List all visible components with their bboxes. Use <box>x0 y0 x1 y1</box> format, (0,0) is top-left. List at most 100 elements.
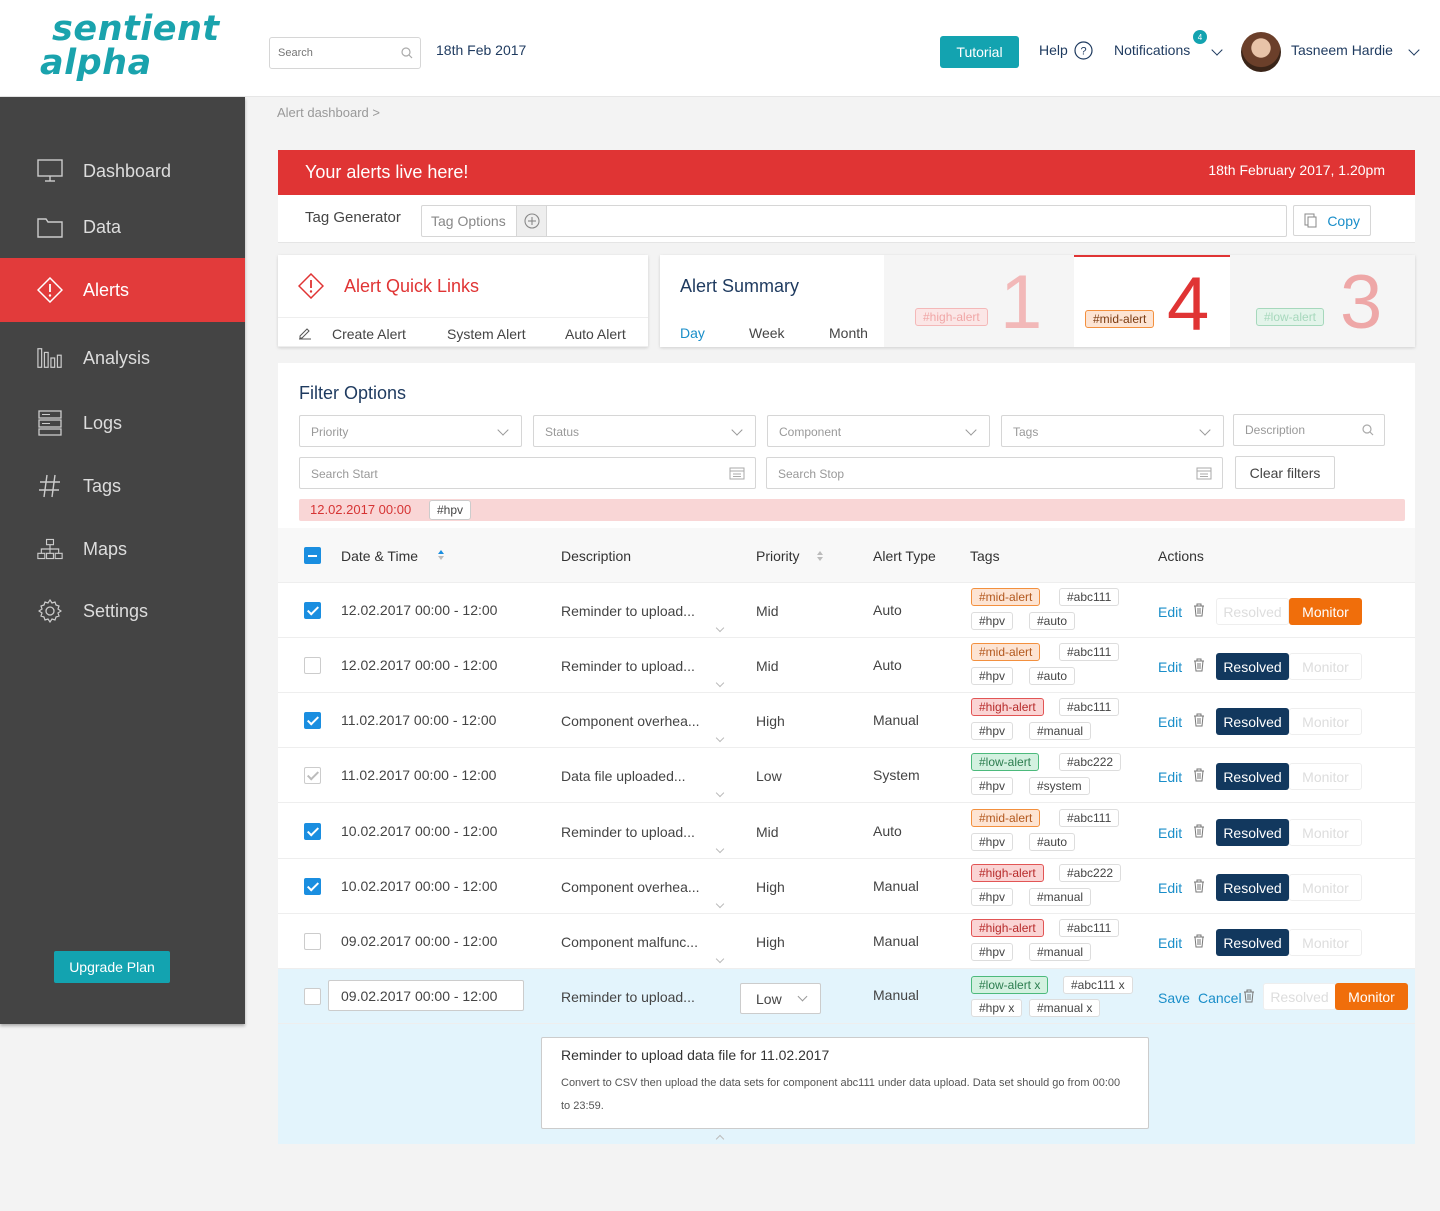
monitor-button[interactable]: Monitor <box>1289 929 1362 956</box>
priority-select[interactable]: Low <box>740 983 821 1014</box>
upgrade-plan-button[interactable]: Upgrade Plan <box>54 951 170 983</box>
notifications-chevron-down-icon[interactable] <box>1211 44 1223 56</box>
tag-chip[interactable]: #hpv x <box>971 999 1023 1017</box>
priority-select[interactable]: Priority <box>299 415 522 447</box>
resolved-button[interactable]: Resolved <box>1216 874 1289 901</box>
header-datetime[interactable]: Date & Time <box>341 548 418 564</box>
low-alert-count[interactable]: #low-alert 3 <box>1230 255 1415 347</box>
row-checkbox[interactable] <box>304 878 321 895</box>
monitor-button[interactable]: Monitor <box>1289 708 1362 735</box>
resolved-button[interactable]: Resolved <box>1263 983 1336 1010</box>
clear-filters-button[interactable]: Clear filters <box>1235 456 1335 489</box>
search-icon[interactable] <box>401 47 413 59</box>
sidebar-item-dashboard[interactable]: Dashboard <box>0 139 245 203</box>
active-filter-date[interactable]: 12.02.2017 00:00 <box>310 502 411 517</box>
sidebar-item-settings[interactable]: Settings <box>0 579 245 643</box>
component-select[interactable]: Component <box>767 415 990 447</box>
high-alert-count[interactable]: #high-alert 1 <box>884 255 1074 347</box>
table-row[interactable]: 11.02.2017 00:00 - 12:00 Data file uploa… <box>278 748 1415 803</box>
search-box[interactable] <box>269 37 421 69</box>
table-row[interactable]: 10.02.2017 00:00 - 12:00 Component overh… <box>278 859 1415 914</box>
edit-link[interactable]: Edit <box>1158 604 1182 620</box>
row-checkbox[interactable] <box>304 767 321 784</box>
tag-chip[interactable]: #abc111 <box>1059 919 1120 937</box>
monitor-button[interactable]: Monitor <box>1335 983 1408 1010</box>
monitor-button[interactable]: Monitor <box>1289 874 1362 901</box>
tag-chip[interactable]: #abc222 <box>1059 753 1122 771</box>
trash-icon[interactable] <box>1243 989 1255 1003</box>
tag-chip[interactable]: #system <box>1029 777 1090 795</box>
resolved-button[interactable]: Resolved <box>1216 929 1289 956</box>
row-checkbox[interactable] <box>304 823 321 840</box>
resolved-button[interactable]: Resolved <box>1216 598 1289 625</box>
row-checkbox[interactable] <box>304 988 321 1005</box>
sidebar-item-logs[interactable]: Logs <box>0 391 245 455</box>
active-filter-tag[interactable]: #hpv <box>429 500 472 520</box>
table-row[interactable]: 10.02.2017 00:00 - 12:00 Reminder to upl… <box>278 804 1415 859</box>
help-icon[interactable]: ? <box>1074 41 1093 60</box>
tag-chip[interactable]: #abc222 <box>1059 864 1122 882</box>
expand-chevron-down-icon[interactable] <box>715 788 725 798</box>
sidebar-item-data[interactable]: Data <box>0 195 245 259</box>
help-link[interactable]: Help <box>1039 42 1068 58</box>
edit-link[interactable]: Edit <box>1158 714 1182 730</box>
sidebar-item-tags[interactable]: Tags <box>0 454 245 518</box>
tag-chip[interactable]: #auto <box>1029 612 1076 630</box>
resolved-button[interactable]: Resolved <box>1216 763 1289 790</box>
breadcrumb[interactable]: Alert dashboard > <box>277 105 380 120</box>
table-row[interactable]: 12.02.2017 00:00 - 12:00 Reminder to upl… <box>278 583 1415 638</box>
trash-icon[interactable] <box>1193 824 1205 838</box>
calendar-icon[interactable] <box>729 466 745 480</box>
tag-chip[interactable]: #abc111 <box>1059 698 1120 716</box>
tag-chip[interactable]: #low-alert <box>971 753 1040 771</box>
tab-week[interactable]: Week <box>749 325 785 341</box>
auto-alert-link[interactable]: Auto Alert <box>565 326 626 342</box>
avatar[interactable] <box>1241 32 1281 72</box>
tag-chip[interactable]: #manual <box>1029 943 1092 961</box>
status-select[interactable]: Status <box>533 415 756 447</box>
expand-chevron-down-icon[interactable] <box>715 678 725 688</box>
tag-chip[interactable]: #low-alert x <box>971 976 1049 994</box>
system-alert-link[interactable]: System Alert <box>447 326 526 342</box>
edit-link[interactable]: Edit <box>1158 935 1182 951</box>
row-checkbox[interactable] <box>304 933 321 950</box>
tag-chip[interactable]: #mid-alert <box>971 809 1041 827</box>
sort-icon[interactable] <box>816 550 824 562</box>
tag-chip[interactable]: #mid-alert <box>971 588 1041 606</box>
tag-chip[interactable]: #hpv <box>971 722 1014 740</box>
tag-chip[interactable]: #manual x <box>1029 999 1101 1017</box>
tag-chip[interactable]: #high-alert <box>971 919 1044 937</box>
datetime-input[interactable]: 09.02.2017 00:00 - 12:00 <box>328 980 524 1011</box>
tag-chip[interactable]: #abc111 <box>1059 588 1120 606</box>
tag-chip[interactable]: #hpv <box>971 833 1014 851</box>
collapse-chevron-up-icon[interactable] <box>715 1134 725 1144</box>
remove-tag-icon[interactable]: x <box>1008 1001 1014 1015</box>
search-start-input[interactable]: Search Start <box>299 457 756 489</box>
edit-link[interactable]: Edit <box>1158 825 1182 841</box>
tag-chip[interactable]: #auto <box>1029 667 1076 685</box>
tag-chip[interactable]: #abc111 x <box>1063 976 1133 994</box>
row-checkbox[interactable] <box>304 602 321 619</box>
sidebar-item-alerts[interactable]: Alerts <box>0 258 245 322</box>
tags-select[interactable]: Tags <box>1001 415 1224 447</box>
create-alert-link[interactable]: Create Alert <box>332 326 406 342</box>
tag-chip[interactable]: #hpv <box>971 777 1014 795</box>
resolved-button[interactable]: Resolved <box>1216 708 1289 735</box>
trash-icon[interactable] <box>1193 658 1205 672</box>
tag-chip[interactable]: #manual <box>1029 722 1092 740</box>
notifications-link[interactable]: Notifications <box>1114 42 1190 58</box>
resolved-button[interactable]: Resolved <box>1216 819 1289 846</box>
tag-chip[interactable]: #auto <box>1029 833 1076 851</box>
user-name[interactable]: Tasneem Hardie <box>1291 42 1393 58</box>
table-row[interactable]: 09.02.2017 00:00 - 12:00 Component malfu… <box>278 914 1415 969</box>
logo[interactable]: sentient alpha <box>40 12 220 81</box>
row-checkbox[interactable] <box>304 712 321 729</box>
tag-chip[interactable]: #mid-alert <box>971 643 1041 661</box>
monitor-button[interactable]: Monitor <box>1289 819 1362 846</box>
add-tag-icon[interactable] <box>517 206 547 236</box>
sort-icon[interactable] <box>437 549 445 561</box>
expand-chevron-down-icon[interactable] <box>715 844 725 854</box>
tag-chip[interactable]: #manual <box>1029 888 1092 906</box>
header-priority[interactable]: Priority <box>756 548 800 564</box>
expand-chevron-down-icon[interactable] <box>715 623 725 633</box>
